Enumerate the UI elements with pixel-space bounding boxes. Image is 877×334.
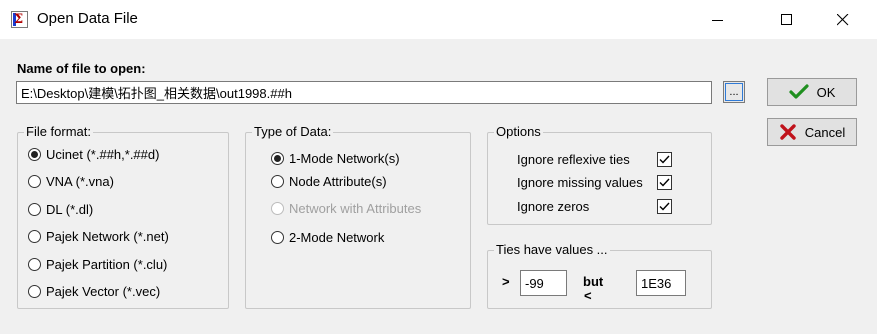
close-button[interactable] <box>820 0 866 39</box>
type-radio-1mode[interactable]: 1-Mode Network(s) <box>271 151 400 166</box>
maximize-button[interactable] <box>764 0 810 39</box>
file-name-label: Name of file to open: <box>17 61 146 76</box>
data-type-title: Type of Data: <box>252 124 334 139</box>
data-type-group: Type of Data: 1-Mode Network(s) Node Att… <box>245 124 471 309</box>
checkbox-checked[interactable] <box>657 175 672 190</box>
option-ignore-missing-values[interactable]: Ignore missing values <box>517 175 677 191</box>
check-icon <box>659 178 670 187</box>
file-format-group: File format: Ucinet (*.##h,*.##d) VNA (*… <box>17 124 229 309</box>
option-label: Ignore missing values <box>517 175 643 190</box>
option-ignore-zeros[interactable]: Ignore zeros <box>517 199 677 215</box>
maximize-icon <box>781 13 792 25</box>
ties-values-group: Ties have values ... > but < <box>487 242 712 309</box>
radio-button[interactable] <box>28 203 41 216</box>
checkbox-checked[interactable] <box>657 199 672 214</box>
type-option-label: 2-Mode Network <box>289 230 385 245</box>
cancel-button[interactable]: Cancel <box>767 118 857 146</box>
format-option-label: Ucinet (*.##h,*.##d) <box>46 147 160 162</box>
format-radio-pajek-network[interactable]: Pajek Network (*.net) <box>28 229 169 244</box>
radio-button-selected[interactable] <box>271 152 284 165</box>
format-radio-ucinet[interactable]: Ucinet (*.##h,*.##d) <box>28 147 159 162</box>
type-option-label: Node Attribute(s) <box>289 174 387 189</box>
type-radio-2mode[interactable]: 2-Mode Network <box>271 230 384 245</box>
cancel-x-icon <box>780 124 796 140</box>
format-radio-pajek-partition[interactable]: Pajek Partition (*.clu) <box>28 257 167 272</box>
cancel-button-label: Cancel <box>804 124 846 140</box>
less-than-symbol: < <box>584 288 592 303</box>
ties-values-title: Ties have values ... <box>494 242 610 257</box>
options-title: Options <box>494 124 543 139</box>
format-option-label: Pajek Vector (*.vec) <box>46 284 161 299</box>
option-label: Ignore reflexive ties <box>517 152 630 167</box>
ok-button-label: OK <box>816 84 836 100</box>
radio-button[interactable] <box>271 175 284 188</box>
title-bar: Σ Open Data File <box>0 0 877 39</box>
ucinet-app-icon: Σ <box>11 11 28 28</box>
checkbox-checked[interactable] <box>657 152 672 167</box>
check-icon <box>659 202 670 211</box>
browse-button[interactable]: ... <box>723 81 745 103</box>
radio-button[interactable] <box>28 258 41 271</box>
check-icon <box>659 155 670 164</box>
ok-button[interactable]: OK <box>767 78 857 106</box>
file-path-input[interactable] <box>16 81 712 104</box>
radio-button[interactable] <box>28 175 41 188</box>
options-group: Options Ignore reflexive ties Ignore mis… <box>487 124 712 225</box>
minimize-button[interactable] <box>695 0 741 39</box>
dialog-body: Name of file to open: ... OK Cancel File… <box>0 39 877 334</box>
checkmark-icon <box>788 84 809 99</box>
format-option-label: VNA (*.vna) <box>46 174 114 189</box>
format-radio-dl[interactable]: DL (*.dl) <box>28 202 93 217</box>
radio-button[interactable] <box>28 285 41 298</box>
format-option-label: Pajek Partition (*.clu) <box>46 257 168 272</box>
radio-button[interactable] <box>271 231 284 244</box>
format-option-label: Pajek Network (*.net) <box>46 229 169 244</box>
option-label: Ignore zeros <box>517 199 590 214</box>
format-radio-vna[interactable]: VNA (*.vna) <box>28 174 114 189</box>
but-label: but <box>583 274 604 289</box>
radio-button-disabled <box>271 202 284 215</box>
radio-button-selected[interactable] <box>28 148 41 161</box>
close-icon <box>837 13 849 25</box>
max-value-input[interactable] <box>636 270 686 296</box>
browse-button-label: ... <box>729 86 739 98</box>
min-value-input[interactable] <box>520 270 567 296</box>
type-option-label: 1-Mode Network(s) <box>289 151 400 166</box>
type-radio-network-with-attributes: Network with Attributes <box>271 201 421 216</box>
type-radio-node-attribute[interactable]: Node Attribute(s) <box>271 174 387 189</box>
radio-button[interactable] <box>28 230 41 243</box>
minimize-icon <box>712 19 723 21</box>
format-option-label: DL (*.dl) <box>46 202 94 217</box>
greater-than-symbol: > <box>502 274 510 289</box>
file-format-title: File format: <box>24 124 94 139</box>
option-ignore-reflexive-ties[interactable]: Ignore reflexive ties <box>517 152 677 168</box>
type-option-label: Network with Attributes <box>289 201 422 216</box>
format-radio-pajek-vector[interactable]: Pajek Vector (*.vec) <box>28 284 160 299</box>
window-title: Open Data File <box>37 10 138 27</box>
